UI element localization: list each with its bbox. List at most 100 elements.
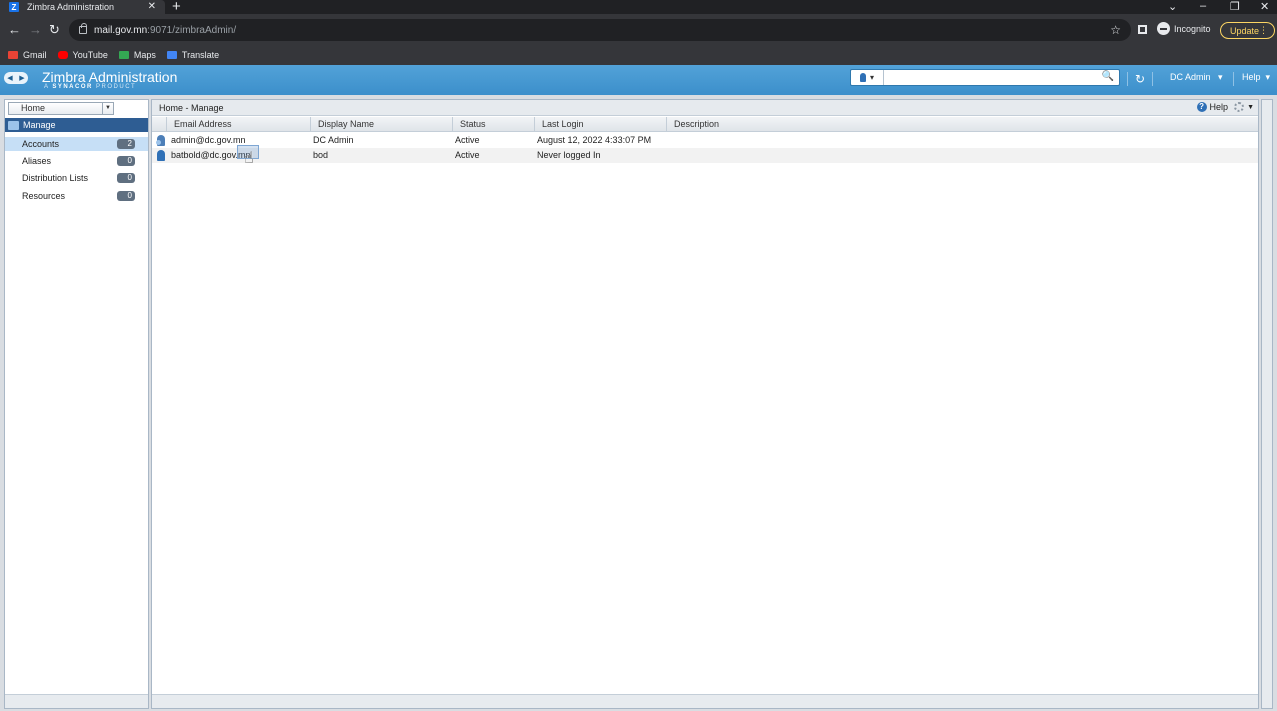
table-header: Email Address Display Name Status Last L… (152, 117, 1258, 132)
help-icon: ? (1196, 102, 1207, 112)
bookmark-translate[interactable]: Translate (166, 50, 219, 60)
zimbra-favicon-icon: Z (9, 2, 19, 12)
user-menu[interactable]: DC Admin ▾ (1170, 72, 1223, 83)
home-dropdown-label: Home (21, 103, 46, 113)
tree-manage[interactable]: Manage (5, 118, 148, 132)
table-row[interactable]: batbold@dc.gov.mn bod Active Never logge… (152, 145, 1258, 167)
breadcrumb-bar: Home - Manage ? Help ▼ (152, 100, 1258, 116)
sidebar-item-label: Distribution Lists (22, 173, 89, 183)
divider (1233, 72, 1234, 86)
count-badge: 0 (117, 156, 135, 166)
column-header-icon (152, 117, 167, 132)
sidebar-item-distribution-lists[interactable]: Distribution Lists 0 (5, 171, 148, 185)
bookmark-label: Gmail (23, 50, 47, 60)
column-header-status[interactable]: Status (453, 117, 535, 132)
incognito-icon (1157, 22, 1170, 35)
column-header-last-login[interactable]: Last Login (535, 117, 667, 132)
user-account-icon (157, 150, 165, 161)
menu-dots-icon: ⋮ (1259, 25, 1268, 35)
side-panel-icon[interactable] (1138, 25, 1147, 34)
minimize-icon[interactable]: – (1200, 0, 1206, 12)
cell-last-login: Never logged In (537, 150, 601, 160)
browser-tab-bar: Z Zimbra Administration ✕ + ⌄ – ❐ ✕ (0, 0, 1277, 15)
update-label: Update (1230, 25, 1260, 36)
sidebar-item-label: Aliases (22, 156, 52, 166)
nav-arrows-icon[interactable]: ◀ ▶ (4, 72, 28, 84)
url-host: mail.gov.mn (94, 24, 148, 36)
reload-icon[interactable]: ↻ (49, 22, 60, 38)
cell-display-name: bod (313, 150, 329, 160)
cell-status: Active (455, 150, 480, 160)
cell-status: Active (455, 135, 480, 145)
manage-icon (8, 120, 19, 130)
incognito-label: Incognito (1174, 23, 1211, 34)
search-type-dropdown[interactable]: ▾ (851, 70, 884, 85)
back-icon[interactable]: ← (8, 22, 21, 37)
bookmark-star-icon[interactable]: ☆ (1110, 23, 1121, 37)
sidebar-item-accounts[interactable]: Accounts 2 (5, 137, 148, 151)
help-menu[interactable]: Help ▾ (1242, 72, 1270, 83)
count-badge: 0 (117, 173, 135, 183)
app-header: ◀ ▶ Zimbra Administration A SYNACOR PRODU… (0, 65, 1277, 95)
help-label: Help (1209, 102, 1229, 112)
column-header-display-name[interactable]: Display Name (311, 117, 453, 132)
column-header-description[interactable]: Description (667, 117, 1258, 132)
table-row[interactable]: admin@dc.gov.mn DC Admin Active August 1… (152, 133, 1258, 148)
tree-manage-label: Manage (23, 120, 56, 130)
bookmark-maps[interactable]: Maps (118, 50, 156, 60)
bookmark-youtube[interactable]: YouTube (57, 50, 108, 60)
update-button[interactable]: Update ⋮ (1220, 22, 1275, 39)
url-path: :9071/zimbraAdmin/ (147, 24, 237, 36)
app-title: Zimbra Administration (42, 69, 178, 85)
search-icon[interactable]: 🔍 (1102, 71, 1114, 82)
admin-account-icon (156, 135, 165, 146)
new-tab-icon[interactable]: + (172, 0, 181, 15)
sidebar-item-label: Resources (22, 191, 66, 201)
sidebar-item-resources[interactable]: Resources 0 (5, 189, 148, 203)
sidebar-item-aliases[interactable]: Aliases 0 (5, 154, 148, 168)
breadcrumb: Home - Manage (159, 103, 224, 113)
cell-email: admin@dc.gov.mn (171, 135, 246, 145)
incognito-indicator[interactable]: Incognito (1157, 22, 1211, 35)
panel-footer (152, 694, 1258, 708)
bookmark-label: Maps (133, 50, 156, 60)
person-icon (859, 73, 866, 82)
browser-toolbar: ← → ↻ mail.gov.mn:9071/zimbraAdmin/ ☆ (0, 14, 1277, 45)
home-dropdown[interactable]: Home ▼ (8, 102, 114, 115)
gmail-icon (8, 51, 18, 59)
address-bar[interactable]: mail.gov.mn:9071/zimbraAdmin/ ☆ (69, 19, 1131, 41)
search-box: ▾ 🔍 (850, 69, 1120, 86)
help-button[interactable]: ? Help ▼ (1196, 102, 1254, 112)
lock-icon (79, 23, 87, 34)
maps-icon (118, 51, 129, 59)
cell-last-login: August 12, 2022 4:33:07 PM (537, 135, 652, 145)
count-badge: 0 (117, 191, 135, 201)
panel-footer (5, 694, 148, 708)
count-badge: 2 (117, 139, 135, 149)
divider (1127, 72, 1128, 86)
close-window-icon[interactable]: ✕ (1260, 0, 1269, 13)
tab-search-icon[interactable]: ⌄ (1168, 0, 1177, 13)
chevron-down-icon[interactable]: ▼ (1247, 104, 1254, 111)
forward-icon[interactable]: → (29, 22, 42, 37)
column-header-email[interactable]: Email Address (167, 117, 311, 132)
hand-cursor-icon: ☝ (244, 150, 254, 167)
youtube-icon (57, 51, 68, 59)
gear-icon[interactable] (1234, 102, 1245, 112)
content-panel: Home - Manage ? Help ▼ Email Address Dis… (151, 99, 1259, 709)
sidebar-item-label: Accounts (22, 139, 60, 149)
browser-tab[interactable]: Z Zimbra Administration ✕ (0, 0, 165, 14)
bookmark-gmail[interactable]: Gmail (8, 50, 47, 60)
tab-title: Zimbra Administration (27, 2, 115, 12)
navigation-panel: Home ▼ Manage Accounts 2 Aliases 0 Distr… (4, 99, 149, 709)
divider (1152, 72, 1153, 86)
bookmark-label: YouTube (72, 50, 108, 60)
translate-icon (166, 51, 177, 59)
bookmarks-bar: Gmail YouTube Maps Translate (0, 45, 1277, 65)
zimbra-app: ◀ ▶ Zimbra Administration A SYNACOR PRODU… (0, 65, 1277, 711)
tab-close-icon[interactable]: ✕ (148, 1, 156, 12)
restore-icon[interactable]: ❐ (1230, 0, 1240, 13)
search-input[interactable] (885, 71, 1095, 84)
scrollbar[interactable] (1261, 99, 1273, 709)
refresh-icon[interactable]: ↻ (1135, 72, 1145, 86)
